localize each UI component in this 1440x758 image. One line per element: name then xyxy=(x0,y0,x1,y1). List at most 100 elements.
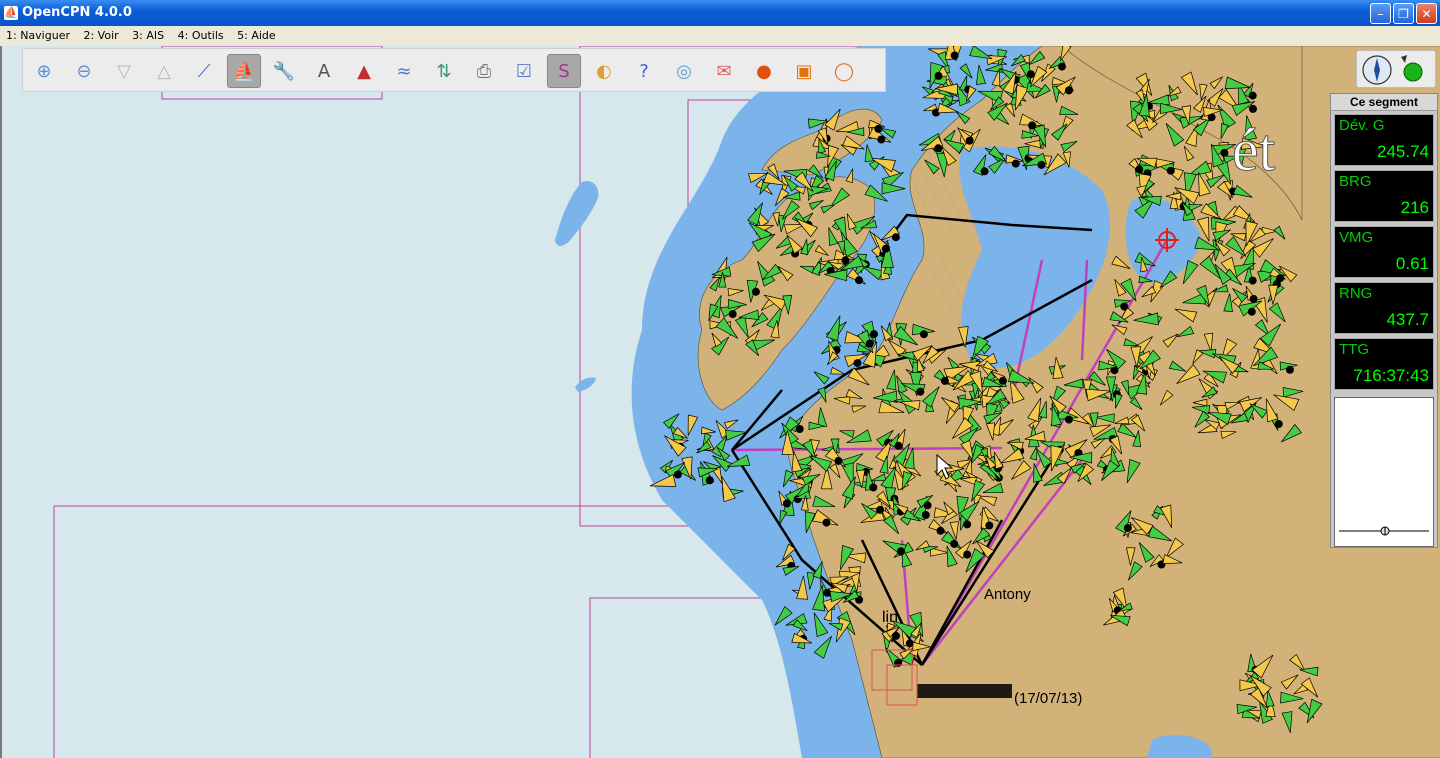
waypoint-marker-icon[interactable] xyxy=(985,521,994,530)
cone-icon: △ xyxy=(157,60,171,82)
waypoint-marker-icon[interactable] xyxy=(705,476,714,485)
waypoint-marker-icon[interactable] xyxy=(950,51,959,60)
waypoint-marker-icon[interactable] xyxy=(881,244,890,253)
menu-ais[interactable]: 3: AIS xyxy=(126,26,168,42)
opencpn-logo-icon: ⛵ xyxy=(4,6,18,20)
waypoint-marker-icon[interactable] xyxy=(965,136,974,145)
magnifier-plus-icon: ⊕ xyxy=(36,60,52,82)
waypoint-marker-icon[interactable] xyxy=(940,376,949,385)
waypoint-marker-icon[interactable] xyxy=(751,287,760,296)
waypoint-marker-icon[interactable] xyxy=(1247,307,1256,316)
waypoint-marker-icon[interactable] xyxy=(841,256,850,265)
waypoint-marker-icon[interactable] xyxy=(1220,148,1229,157)
waypoint-marker-icon[interactable] xyxy=(869,483,878,492)
chart-download-icon: ▣ xyxy=(795,60,813,82)
waypoint-marker-icon[interactable] xyxy=(822,518,831,527)
waypoint-marker-icon[interactable] xyxy=(950,539,959,548)
ais-button[interactable]: ▲ xyxy=(347,54,381,88)
waypoint-marker-icon[interactable] xyxy=(877,135,886,144)
waypoint-marker-icon[interactable] xyxy=(1123,524,1132,532)
waypoint-marker-icon[interactable] xyxy=(980,167,989,176)
tide-button[interactable]: ≈ xyxy=(387,54,421,88)
print-button[interactable]: ⎙ xyxy=(467,54,501,88)
waypoint-marker-icon[interactable] xyxy=(916,387,925,396)
scale-up-button[interactable]: △ xyxy=(147,54,181,88)
waypoint-marker-icon[interactable] xyxy=(1120,302,1129,311)
mob-button[interactable]: ◯ xyxy=(827,54,861,88)
waypoint-marker-icon[interactable] xyxy=(1064,415,1073,424)
waypoint-marker-icon[interactable] xyxy=(1037,160,1046,169)
menu-voir[interactable]: 2: Voir xyxy=(77,26,122,42)
waypoint-marker-icon[interactable] xyxy=(1276,274,1285,283)
waypoint-marker-icon[interactable] xyxy=(892,631,900,640)
grib-icon: ✉ xyxy=(716,60,732,82)
waypoint-marker-icon[interactable] xyxy=(921,511,930,519)
waypoint-marker-icon[interactable] xyxy=(1064,86,1073,95)
waypoint-marker-icon[interactable] xyxy=(855,276,863,285)
grib-button[interactable]: ✉ xyxy=(707,54,741,88)
restore-button[interactable]: ❐ xyxy=(1393,3,1414,24)
waypoint-marker-icon[interactable] xyxy=(865,339,874,348)
waypoint-marker-icon[interactable] xyxy=(897,547,905,556)
waypoint-marker-icon[interactable] xyxy=(963,520,972,529)
waypoint-marker-icon[interactable] xyxy=(1135,165,1144,174)
waypoint-button[interactable]: ● xyxy=(747,54,781,88)
chart-canvas[interactable]: Antony ét lin (17/07/13) xyxy=(0,46,1440,758)
waypoint-marker-icon[interactable] xyxy=(1274,420,1283,428)
scale-down-button[interactable]: ▽ xyxy=(107,54,141,88)
menu-naviguer[interactable]: 1: Naviguer xyxy=(0,26,74,42)
waypoint-marker-icon[interactable] xyxy=(874,124,883,133)
waypoint-marker-icon[interactable] xyxy=(1011,159,1020,168)
route-manager-icon: ☑ xyxy=(515,60,533,82)
follow-button[interactable]: ⛵ xyxy=(227,54,261,88)
waypoint-marker-icon[interactable] xyxy=(782,499,791,508)
track-button[interactable]: S xyxy=(547,54,581,88)
waypoint-marker-icon[interactable] xyxy=(1028,121,1037,130)
waypoint-marker-icon[interactable] xyxy=(1249,294,1258,303)
waypoint-marker-icon[interactable] xyxy=(1058,62,1066,71)
zoom-in-button[interactable]: ⊕ xyxy=(27,54,61,88)
waypoint-marker-icon[interactable] xyxy=(728,310,737,319)
ais-triangle-icon: ▲ xyxy=(357,60,371,82)
waypoint-marker-icon[interactable] xyxy=(998,376,1007,385)
current-button[interactable]: ⇅ xyxy=(427,54,461,88)
close-button[interactable]: ✕ xyxy=(1416,3,1437,24)
waypoint-marker-icon[interactable] xyxy=(834,456,843,465)
chart-download-button[interactable]: ▣ xyxy=(787,54,821,88)
waypoint-marker-icon[interactable] xyxy=(1026,70,1035,79)
help-button[interactable]: ? xyxy=(627,54,661,88)
waypoint-marker-icon[interactable] xyxy=(1249,104,1257,113)
waypoint-marker-icon[interactable] xyxy=(853,359,862,368)
waypoint-marker-icon[interactable] xyxy=(923,501,932,510)
color-scheme-button[interactable]: ◐ xyxy=(587,54,621,88)
waypoint-marker-icon[interactable] xyxy=(1248,276,1257,285)
waypoint-marker-icon[interactable] xyxy=(936,526,945,535)
waypoint-marker-icon[interactable] xyxy=(963,550,972,559)
waypoint-marker-icon[interactable] xyxy=(1285,365,1294,374)
instrument-value: 716:37:43 xyxy=(1353,366,1429,385)
waypoint-marker-icon[interactable] xyxy=(934,71,943,80)
waypoint-marker-icon[interactable] xyxy=(891,233,900,242)
waypoint-marker-icon[interactable] xyxy=(1166,166,1175,175)
minimize-button[interactable]: – xyxy=(1370,3,1391,24)
waypoint-marker-icon[interactable] xyxy=(934,144,943,153)
menu-aide[interactable]: 5: Aide xyxy=(231,26,280,42)
text-button[interactable]: A xyxy=(307,54,341,88)
menu-outils[interactable]: 4: Outils xyxy=(172,26,228,42)
waypoint-marker-icon[interactable] xyxy=(870,330,878,339)
route-button[interactable]: ⟋ xyxy=(187,54,221,88)
graph-svg xyxy=(1339,526,1429,536)
waypoint-marker-icon[interactable] xyxy=(1248,91,1257,100)
waypoint-marker-icon[interactable] xyxy=(795,425,804,433)
cluster-date-label: (17/07/13) xyxy=(1014,690,1082,707)
compass-widget[interactable] xyxy=(1356,50,1436,88)
waypoint-marker-icon[interactable] xyxy=(673,470,682,479)
dashboard-button[interactable]: ◎ xyxy=(667,54,701,88)
settings-button[interactable]: 🔧 xyxy=(267,54,301,88)
waypoint-marker-icon[interactable] xyxy=(894,441,903,450)
waypoint-marker-icon[interactable] xyxy=(894,658,903,667)
route-manager-button[interactable]: ☑ xyxy=(507,54,541,88)
waypoint-marker-icon[interactable] xyxy=(919,330,928,339)
nautical-chart[interactable]: Antony ét lin (17/07/13) xyxy=(2,46,1440,758)
zoom-out-button[interactable]: ⊖ xyxy=(67,54,101,88)
